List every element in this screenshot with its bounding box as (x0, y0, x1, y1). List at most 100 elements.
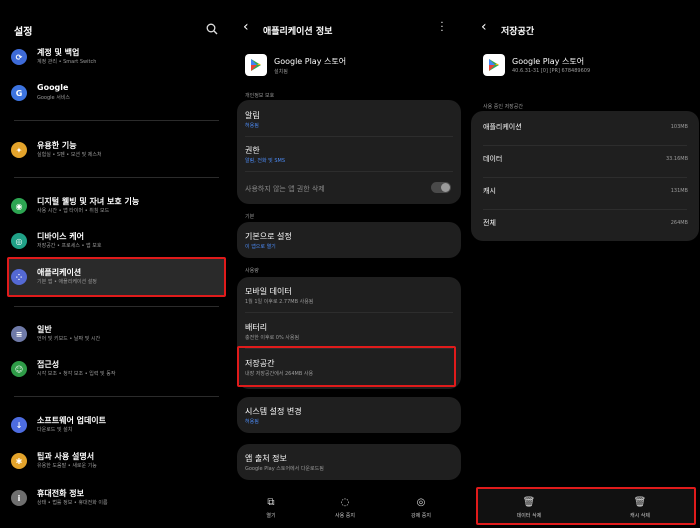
permissions-value: 알림, 전화 및 SMS (245, 158, 286, 164)
storage-highlight (237, 346, 456, 387)
item-subtitle: 저장공간 • 프로세스 • 앱 보호 (37, 243, 102, 249)
item-subtitle: 기본 앱 • 애플리케이션 설정 (37, 279, 97, 285)
item-subtitle: 계정 관리 • Smart Switch (37, 59, 97, 65)
disable-button[interactable]: ◌ 사용 중지 (315, 496, 375, 520)
item-subtitle: 시각 보조 • 청각 보조 • 입력 및 동작 (37, 371, 116, 377)
section-storage-used: 사용 중인 저장공간 (483, 104, 523, 110)
battery-value: 충전한 이후로 0% 사용됨 (245, 335, 300, 341)
divider (245, 312, 453, 313)
section-default: 기본 (245, 214, 255, 220)
divider (14, 396, 219, 397)
clear-cache-label: 캐시 삭제 (630, 513, 650, 519)
default-title: 기본으로 설정 (245, 232, 292, 241)
storage-row-data: 데이터 33.16MB (483, 154, 688, 166)
settings-item-phone-info[interactable]: i 휴대전화 정보 상태 • 법률 정보 • 휴대전화 이름 (0, 484, 233, 514)
divider (245, 171, 453, 172)
accessibility-icon: ☺ (11, 361, 27, 377)
permissions-title[interactable]: 권한 (245, 145, 260, 156)
settings-item-advanced-features[interactable]: ✦ 유용한 기능 실험실 • S펜 • 모션 및 제스처 (0, 136, 233, 166)
privacy-card: 알림 허용됨 권한 알림, 전화 및 SMS 사용하지 않는 앱 권한 삭제 (237, 100, 461, 204)
divider (14, 177, 219, 178)
item-subtitle: 상태 • 법률 정보 • 휴대전화 이름 (37, 500, 108, 506)
search-icon[interactable] (206, 23, 218, 35)
settings-item-general[interactable]: ≡ 일반 언어 및 키보드 • 날짜 및 시간 (0, 320, 233, 350)
system-settings-value: 허용됨 (245, 419, 259, 425)
default-value: 이 앱으로 열기 (245, 244, 276, 250)
notifications-title[interactable]: 알림 (245, 110, 260, 121)
system-settings-card[interactable]: 시스템 설정 변경 허용됨 (237, 397, 461, 433)
item-subtitle: 실험실 • S펜 • 모션 및 제스처 (37, 152, 102, 158)
item-title: 팁과 사용 설명서 (37, 452, 95, 461)
default-card[interactable]: 기본으로 설정 이 앱으로 열기 (237, 222, 461, 258)
app-source-value: Google Play 스토어에서 다운로드됨 (245, 466, 324, 472)
clear-data-button[interactable]: 🗑 데이터 삭제 (499, 496, 559, 520)
sync-icon: ⟳ (11, 49, 27, 65)
row-value: 131MB (670, 188, 688, 194)
item-title: 계정 및 백업 (37, 48, 80, 57)
disable-label: 사용 중지 (335, 513, 355, 519)
row-value: 33.16MB (665, 156, 688, 162)
clear-data-icon: 🗑 (522, 496, 536, 508)
apps-icon: ⁘ (11, 269, 27, 285)
settings-item-digital-wellbeing[interactable]: ◉ 디지털 웰빙 및 자녀 보호 기능 사용 시간 • 앱 타이머 • 취침 모… (0, 192, 233, 222)
phone-info-icon: i (11, 490, 27, 506)
app-source-card[interactable]: 앱 출처 정보 Google Play 스토어에서 다운로드됨 (237, 444, 461, 480)
item-title: 애플리케이션 (37, 268, 82, 277)
divider (483, 209, 687, 210)
battery-title[interactable]: 배터리 (245, 322, 267, 333)
row-label: 데이터 (483, 155, 503, 163)
open-icon: ⧉ (267, 496, 275, 508)
general-icon: ≡ (11, 326, 27, 342)
item-title: 일반 (37, 325, 52, 334)
app-name: Google Play 스토어 (512, 57, 585, 66)
app-info-panel: ‹ 애플리케이션 정보 · · · Google Play 스토어 설치됨 개인정보… (233, 0, 467, 528)
item-title: 유용한 기능 (37, 141, 77, 150)
item-subtitle: 사용 시간 • 앱 타이머 • 취침 모드 (37, 208, 110, 214)
device-care-icon: ◎ (11, 233, 27, 249)
play-store-icon (483, 54, 505, 76)
storage-row-cache: 캐시 131MB (483, 186, 688, 198)
settings-item-applications[interactable]: ⁘ 애플리케이션 기본 앱 • 애플리케이션 설정 (0, 263, 233, 293)
item-title: 소프트웨어 업데이트 (37, 416, 107, 425)
row-value: 264MB (670, 220, 688, 226)
settings-item-tips[interactable]: ✱ 팁과 사용 설명서 유용한 도움말 • 새로운 기능 (0, 447, 233, 477)
mobile-data-title[interactable]: 모바일 데이터 (245, 286, 292, 297)
row-label: 애플리케이션 (483, 123, 522, 131)
item-subtitle: 다운로드 및 설치 (37, 427, 73, 433)
settings-item-google[interactable]: G Google Google 서비스 (0, 79, 233, 109)
back-arrow-icon[interactable]: ‹ (481, 19, 487, 35)
star-icon: ✦ (11, 142, 27, 158)
google-icon: G (11, 85, 27, 101)
row-label: 전체 (483, 219, 496, 227)
open-button[interactable]: ⧉ 열기 (241, 496, 301, 520)
item-subtitle: Google 서비스 (37, 95, 71, 101)
settings-item-accessibility[interactable]: ☺ 접근성 시각 보조 • 청각 보조 • 입력 및 동작 (0, 355, 233, 385)
force-stop-button[interactable]: ◎ 강제 중지 (391, 496, 451, 520)
force-stop-icon: ◎ (416, 496, 426, 508)
system-settings-title: 시스템 설정 변경 (245, 407, 302, 416)
divider (14, 120, 219, 121)
item-title: Google (37, 83, 69, 92)
app-status: 설치됨 (274, 69, 288, 75)
notifications-value: 허용됨 (245, 123, 259, 129)
open-label: 열기 (266, 513, 276, 519)
back-arrow-icon[interactable]: ‹ (243, 19, 249, 35)
more-options-icon[interactable]: · · · (439, 19, 445, 37)
settings-item-software-update[interactable]: ↓ 소프트웨어 업데이트 다운로드 및 설치 (0, 411, 233, 441)
item-title: 접근성 (37, 360, 60, 369)
clear-cache-button[interactable]: 🗑 캐시 삭제 (610, 496, 670, 520)
section-privacy: 개인정보 보호 (245, 93, 275, 99)
clear-data-label: 데이터 삭제 (516, 513, 542, 519)
item-title: 디바이스 케어 (37, 232, 84, 241)
section-usage: 사용량 (245, 268, 259, 274)
item-subtitle: 언어 및 키보드 • 날짜 및 시간 (37, 336, 101, 342)
item-subtitle: 유용한 도움말 • 새로운 기능 (37, 463, 97, 469)
remove-permissions-toggle[interactable] (431, 182, 451, 193)
force-stop-label: 강제 중지 (411, 513, 431, 519)
settings-item-device-care[interactable]: ◎ 디바이스 케어 저장공간 • 프로세스 • 앱 보호 (0, 227, 233, 257)
remove-permissions-label: 사용하지 않는 앱 권한 삭제 (245, 185, 325, 193)
update-icon: ↓ (11, 417, 27, 433)
storage-row-application: 애플리케이션 103MB (483, 122, 688, 134)
app-name: Google Play 스토어 (274, 57, 347, 66)
settings-item-accounts-backup[interactable]: ⟳ 계정 및 백업 계정 관리 • Smart Switch (0, 43, 233, 73)
